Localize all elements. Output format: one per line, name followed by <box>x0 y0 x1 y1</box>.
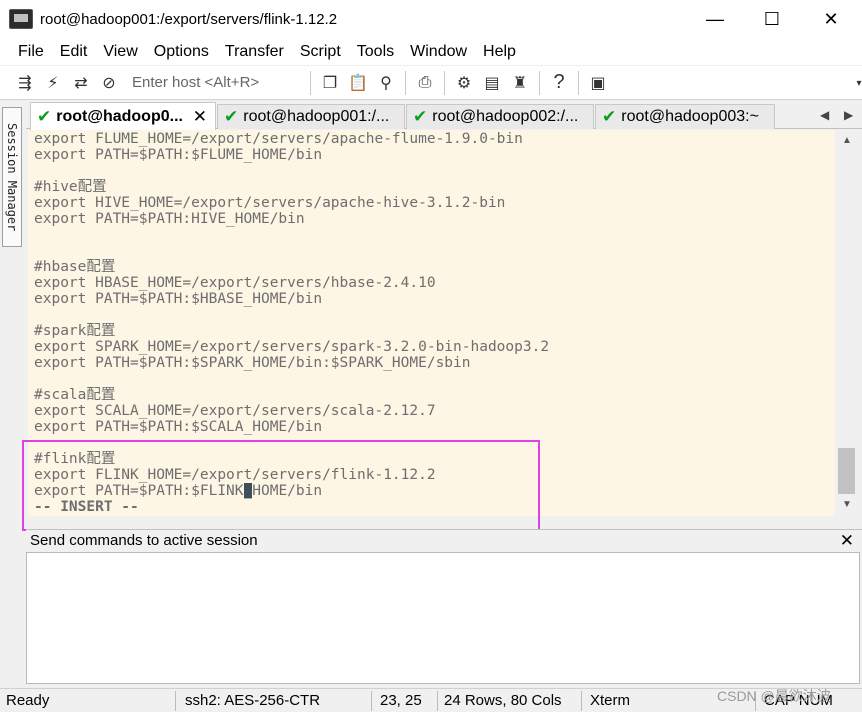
menu-tools[interactable]: Tools <box>357 43 394 61</box>
toolbar-separator <box>444 70 445 95</box>
keymap-icon[interactable]: ▤ <box>481 72 503 94</box>
tab-hadoop002[interactable]: ✔ root@hadoop002:/... <box>406 104 594 129</box>
copy-icon[interactable]: ❐ <box>319 72 341 94</box>
connect-icon[interactable]: ⇶ <box>14 72 36 94</box>
menu-window[interactable]: Window <box>410 43 467 61</box>
status-cursor-position: 23, 25 <box>380 692 422 709</box>
menu-transfer[interactable]: Transfer <box>225 43 284 61</box>
scroll-down-icon[interactable]: ▼ <box>836 496 858 512</box>
toolbar-separator <box>405 70 406 95</box>
lightning-icon[interactable]: ⚡ <box>42 72 64 94</box>
key-icon[interactable]: ♜ <box>509 72 531 94</box>
toolbar-separator <box>310 70 311 95</box>
terminal-line: export SPARK_HOME=/export/servers/spark-… <box>34 339 550 355</box>
session-manager-label: Session Manager <box>5 122 19 232</box>
menu-bar: File Edit View Options Transfer Script T… <box>0 38 862 65</box>
connected-check-icon: ✔ <box>413 107 428 126</box>
tab-label: root@hadoop0... <box>56 107 183 125</box>
toolbar-separator <box>578 70 579 95</box>
toolbar-separator <box>539 70 540 95</box>
session-manager-tab[interactable]: Session Manager <box>2 107 22 247</box>
status-divider <box>581 691 582 711</box>
tab-label: root@hadoop002:/... <box>432 108 579 125</box>
status-terminal-type: Xterm <box>590 692 631 709</box>
menu-help[interactable]: Help <box>483 43 516 61</box>
maximize-button[interactable]: ☐ <box>743 0 801 38</box>
tab-hadoop003[interactable]: ✔ root@hadoop003:~ <box>595 104 775 129</box>
command-window-close-icon[interactable]: ✕ <box>840 531 854 551</box>
tab-hadoop001[interactable]: ✔ root@hadoop001:/... <box>217 104 405 129</box>
command-window-title: Send commands to active session <box>30 532 258 549</box>
session-manager-panel: Session Manager <box>0 103 24 683</box>
window-title: root@hadoop001:/export/servers/flink-1.1… <box>40 10 338 28</box>
terminal-line: #spark配置 <box>34 323 116 339</box>
tab-scroll-right-icon[interactable]: ▶ <box>844 108 853 122</box>
status-divider <box>437 691 438 711</box>
connected-check-icon: ✔ <box>224 107 239 126</box>
status-ready: Ready <box>6 692 50 709</box>
print-icon[interactable]: ⎙ <box>414 72 436 94</box>
terminal-line: export SCALA_HOME=/export/servers/scala-… <box>34 403 436 419</box>
terminal-line: export PATH=$PATH:$SCALA_HOME/bin <box>34 419 323 435</box>
annotation-highlight-box <box>22 440 540 531</box>
session-tab-bar: ✔ root@hadoop0... ✕ ✔ root@hadoop001:/..… <box>26 102 862 130</box>
terminal-line: export PATH=$PATH:$HBASE_HOME/bin <box>34 291 323 307</box>
tab-hadoop0-active[interactable]: ✔ root@hadoop0... ✕ <box>30 102 216 130</box>
terminal-line: export PATH=$PATH:HIVE_HOME/bin <box>34 211 305 227</box>
menu-edit[interactable]: Edit <box>60 43 88 61</box>
status-cipher: ssh2: AES-256-CTR <box>185 692 321 709</box>
securecrt-app-icon <box>9 9 33 29</box>
tab-scroll-left-icon[interactable]: ◀ <box>820 108 829 122</box>
menu-file[interactable]: File <box>18 43 44 61</box>
terminal-line: #scala配置 <box>34 387 116 403</box>
command-input-area[interactable] <box>26 552 860 684</box>
menu-view[interactable]: View <box>103 43 137 61</box>
terminal-line: #hbase配置 <box>34 259 116 275</box>
status-divider <box>175 691 176 711</box>
command-window-header: Send commands to active session ✕ <box>26 529 862 551</box>
tab-close-icon[interactable]: ✕ <box>193 107 207 127</box>
connected-check-icon: ✔ <box>37 106 52 126</box>
sftp-icon[interactable]: ▣ <box>587 72 609 94</box>
terminal-line: export HIVE_HOME=/export/servers/apache-… <box>34 195 506 211</box>
host-input[interactable] <box>132 71 302 94</box>
tab-label: root@hadoop001:/... <box>243 108 390 125</box>
terminal-line: export HBASE_HOME=/export/servers/hbase-… <box>34 275 436 291</box>
toolbar: ⇶ ⚡ ⇄ ⊘ ❐ 📋 ⚲ ⎙ ⚙ ▤ ♜ ? ▣ ▾ <box>0 66 862 100</box>
status-divider <box>371 691 372 711</box>
menu-script[interactable]: Script <box>300 43 341 61</box>
help-icon[interactable]: ? <box>548 71 570 94</box>
tab-label: root@hadoop003:~ <box>621 108 759 125</box>
terminal-line: export FLUME_HOME=/export/servers/apache… <box>34 131 523 147</box>
settings-icon[interactable]: ⚙ <box>453 72 475 94</box>
paste-icon[interactable]: 📋 <box>347 72 369 94</box>
close-button[interactable]: ✕ <box>802 0 860 38</box>
scroll-up-icon[interactable]: ▲ <box>836 132 858 148</box>
terminal-line: export PATH=$PATH:$FLUME_HOME/bin <box>34 147 323 163</box>
minimize-button[interactable]: — <box>686 0 744 38</box>
terminal-line: #hive配置 <box>34 179 107 195</box>
menu-options[interactable]: Options <box>154 43 209 61</box>
csdn-watermark: CSDN @晨欲沐波 <box>717 688 831 704</box>
link-icon[interactable]: ⊘ <box>98 72 120 94</box>
status-terminal-size: 24 Rows, 80 Cols <box>444 692 562 709</box>
reconnect-icon[interactable]: ⇄ <box>70 72 92 94</box>
title-bar: root@hadoop001:/export/servers/flink-1.1… <box>0 0 862 38</box>
terminal-scrollbar[interactable]: ▲ ▼ <box>836 130 858 516</box>
terminal-line: export PATH=$PATH:$SPARK_HOME/bin:$SPARK… <box>34 355 471 371</box>
connected-check-icon: ✔ <box>602 107 617 126</box>
scrollbar-thumb[interactable] <box>838 448 855 494</box>
find-icon[interactable]: ⚲ <box>375 72 397 94</box>
toolbar-overflow-icon[interactable]: ▾ <box>848 72 862 94</box>
